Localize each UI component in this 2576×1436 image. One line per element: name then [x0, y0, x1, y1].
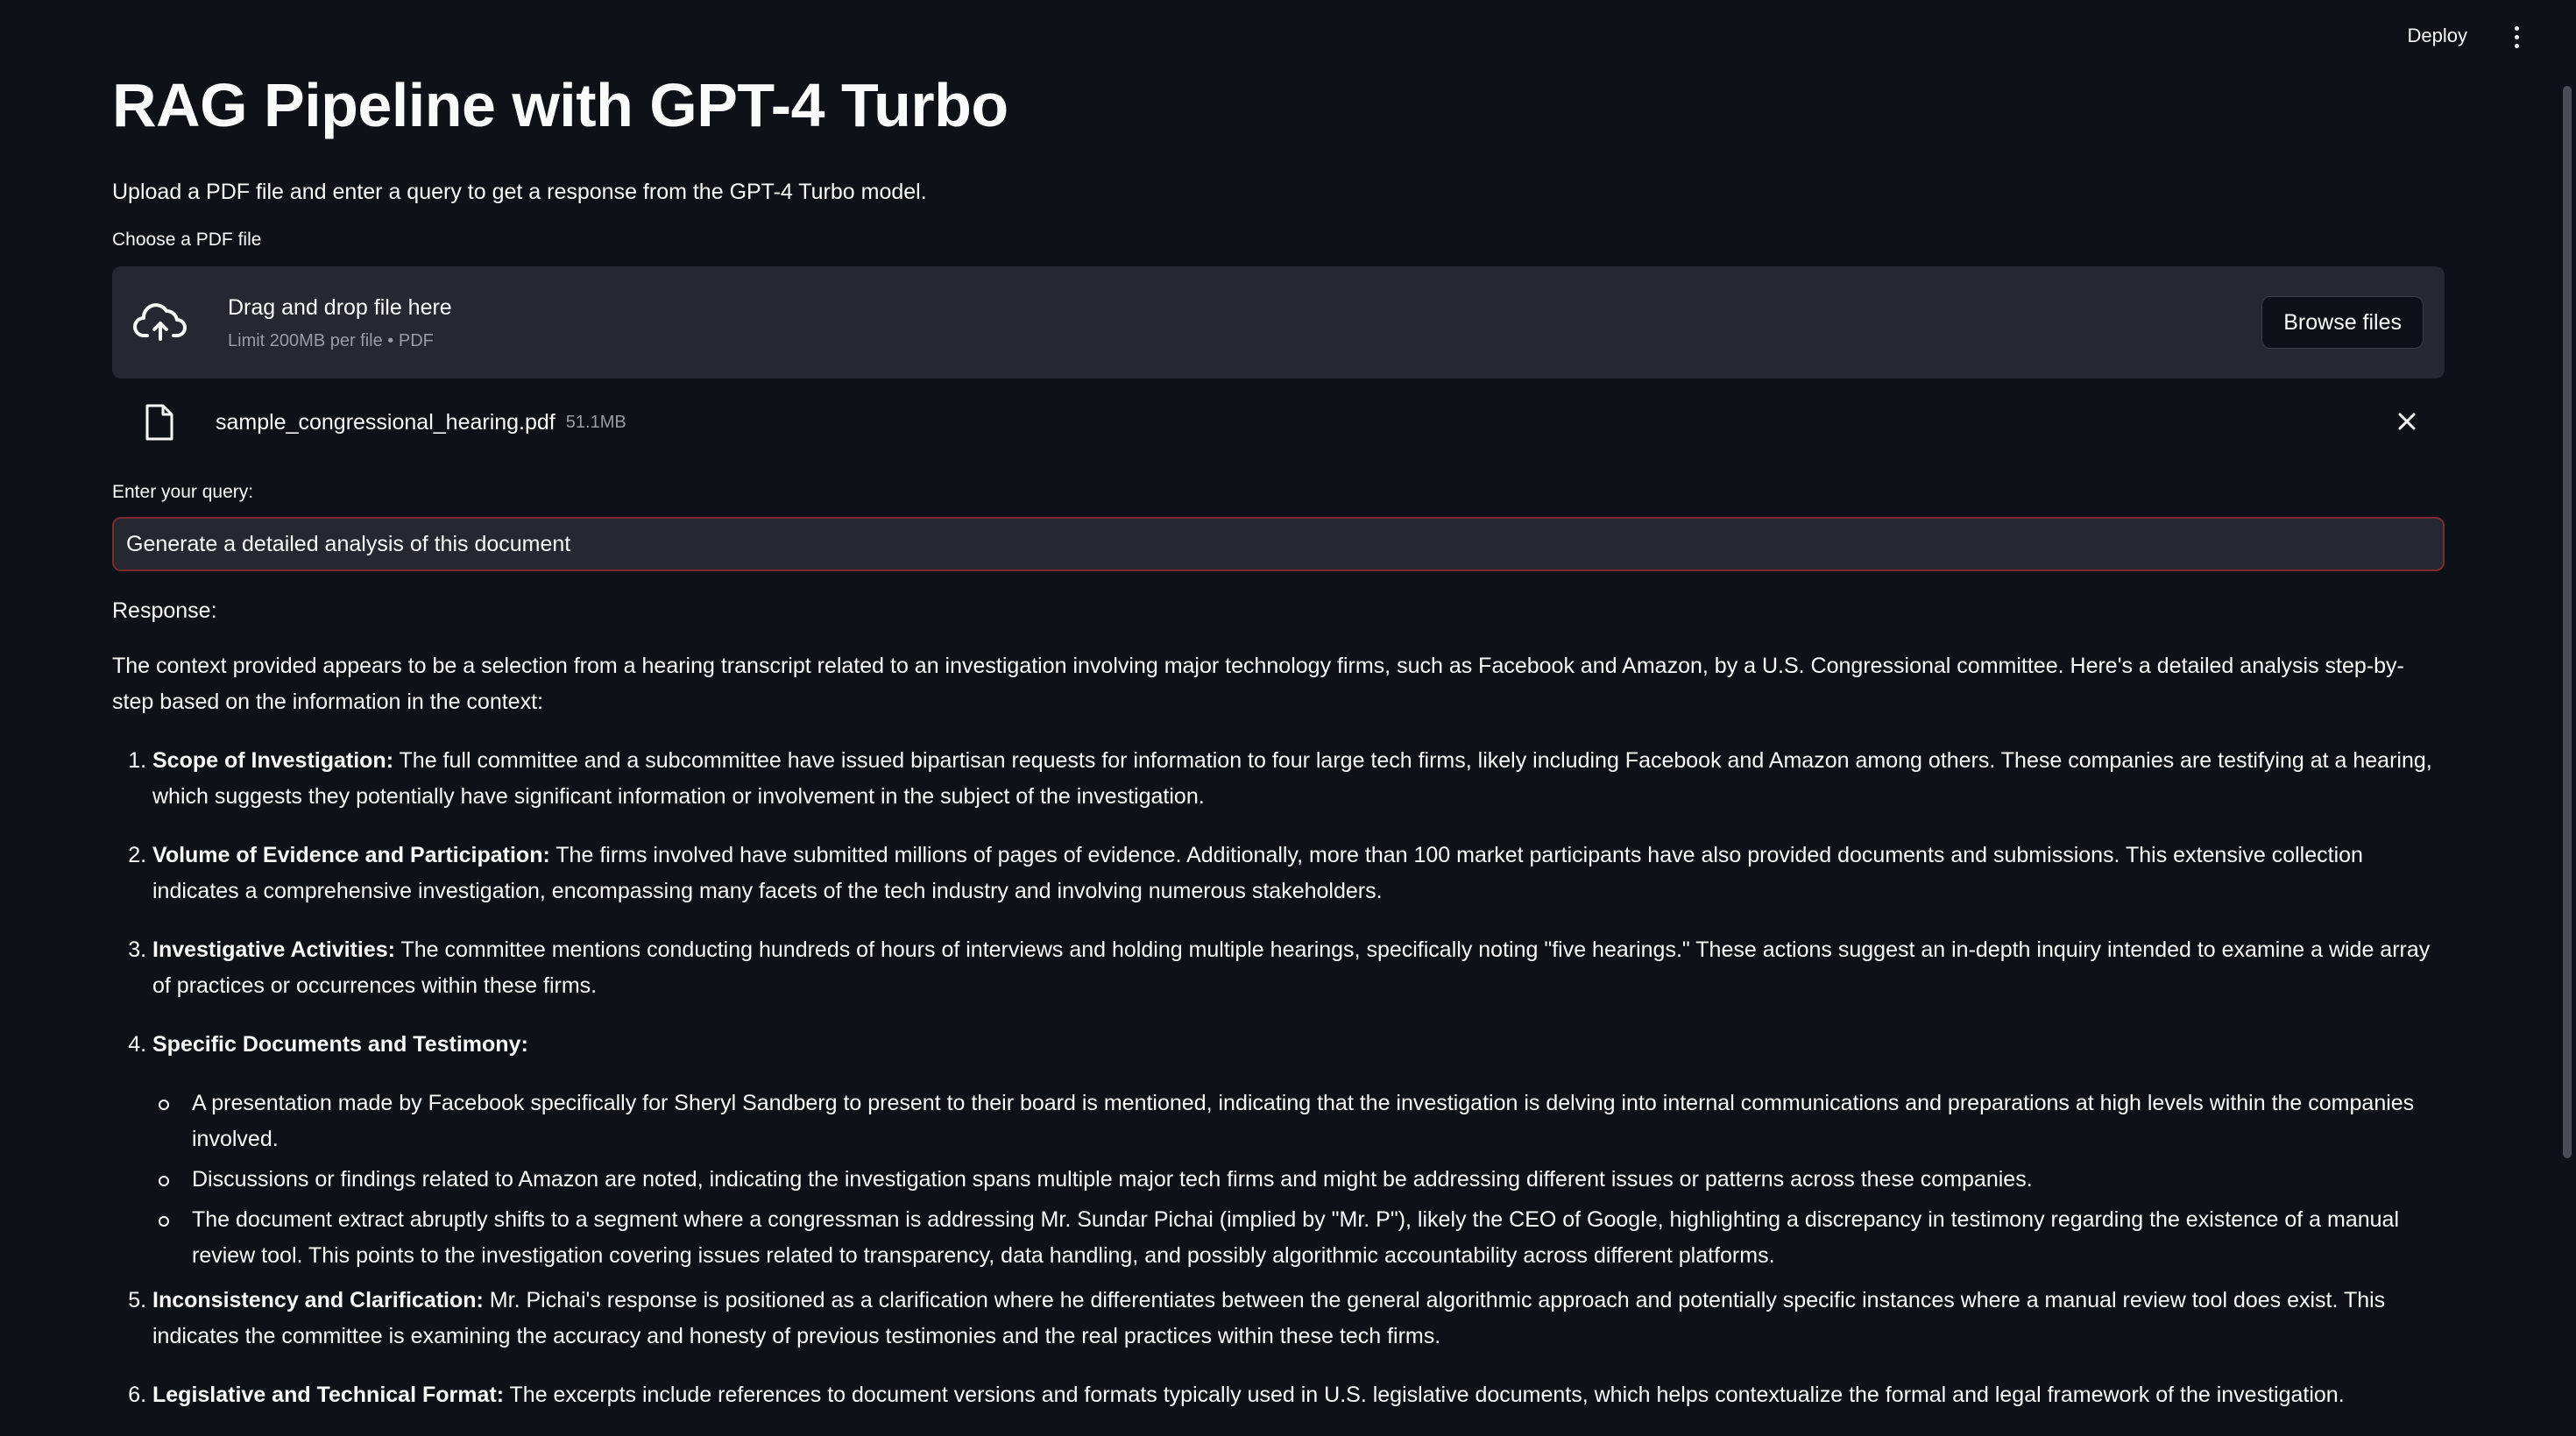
page-title: RAG Pipeline with GPT-4 Turbo — [112, 71, 1008, 139]
analysis-list: Scope of Investigation: The full committ… — [112, 743, 2445, 1413]
scrollbar[interactable] — [2560, 70, 2574, 1383]
close-icon[interactable] — [2394, 408, 2420, 435]
dropzone-limit: Limit 200MB per file • PDF — [228, 331, 434, 350]
uploaded-file-row: sample_congressional_hearing.pdf 51.1MB — [112, 398, 2445, 447]
main-content: RAG Pipeline with GPT-4 Turbo Upload a P… — [112, 53, 2445, 1436]
list-item-title: Inconsistency and Clarification: — [152, 1288, 484, 1312]
uploaded-file-name: sample_congressional_hearing.pdf — [216, 410, 556, 435]
upload-label: Choose a PDF file — [112, 230, 262, 250]
list-item: Scope of Investigation: The full committ… — [152, 743, 2445, 815]
list-item-title: Volume of Evidence and Participation: — [152, 843, 550, 867]
uploaded-file-size: 51.1MB — [565, 413, 626, 432]
list-item-title: Investigative Activities: — [152, 937, 395, 962]
file-icon — [145, 404, 173, 441]
cloud-upload-icon — [133, 303, 187, 341]
list-item-text: Mr. Pichai's response is positioned as a… — [152, 1288, 2386, 1348]
dropzone-text: Drag and drop file here Limit 200MB per … — [228, 293, 2261, 352]
sub-list-item: The document extract abruptly shifts to … — [159, 1202, 2445, 1274]
file-dropzone[interactable]: Drag and drop file here Limit 200MB per … — [112, 266, 2445, 378]
list-item: Legislative and Technical Format: The ex… — [152, 1377, 2445, 1413]
query-label: Enter your query: — [112, 482, 254, 502]
sub-list: A presentation made by Facebook specific… — [152, 1086, 2445, 1274]
list-item-text: The committee mentions conducting hundre… — [152, 937, 2431, 998]
list-item: Investigative Activities: The committee … — [152, 932, 2445, 1004]
deploy-button[interactable]: Deploy — [2401, 21, 2474, 51]
page-subtitle: Upload a PDF file and enter a query to g… — [112, 180, 927, 204]
browse-files-button[interactable]: Browse files — [2261, 296, 2424, 349]
list-item-title: Legislative and Technical Format: — [152, 1383, 505, 1407]
list-item: Volume of Evidence and Participation: Th… — [152, 838, 2445, 909]
list-item-text: The full committee and a subcommittee ha… — [152, 748, 2432, 809]
sub-list-item: A presentation made by Facebook specific… — [159, 1086, 2445, 1157]
query-input[interactable] — [112, 517, 2445, 571]
list-item: Inconsistency and Clarification: Mr. Pic… — [152, 1283, 2445, 1355]
response-label: Response: — [112, 598, 217, 623]
vertical-ellipsis-icon[interactable] — [2504, 21, 2529, 53]
scrollbar-thumb[interactable] — [2563, 86, 2572, 1158]
sub-list-item: Discussions or findings related to Amazo… — [159, 1162, 2445, 1198]
list-item-title: Scope of Investigation: — [152, 748, 394, 773]
response-intro: The context provided appears to be a sel… — [112, 654, 2404, 714]
list-item-title: Specific Documents and Testimony: — [152, 1032, 528, 1057]
dropzone-title: Drag and drop file here — [228, 295, 452, 320]
response-body: The context provided appears to be a sel… — [112, 648, 2445, 1413]
list-item-text: The excerpts include references to docum… — [504, 1383, 2345, 1407]
list-item: Specific Documents and Testimony: A pres… — [152, 1027, 2445, 1274]
